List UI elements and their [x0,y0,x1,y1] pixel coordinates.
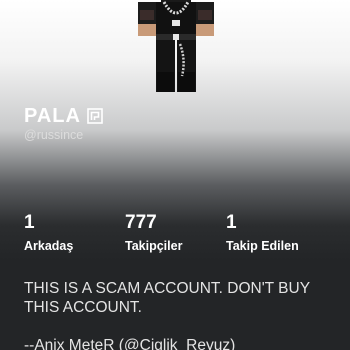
avatar[interactable] [134,0,218,96]
followers-count: 777 [125,212,157,233]
stat-friends[interactable]: 1 Arkadaş [24,212,73,254]
following-label: Takip Edilen [226,239,299,253]
friends-label: Arkadaş [24,239,74,253]
stat-following[interactable]: 1 Takip Edilen [226,212,299,254]
following-count: 1 [226,212,237,233]
stat-followers[interactable]: 777 Takipçiler [125,212,182,254]
username: @russince [24,128,84,142]
avatar-area [0,0,350,100]
friends-count: 1 [24,212,35,233]
premium-badge-icon [87,108,103,124]
bio-text: THIS IS A SCAM ACCOUNT. DON'T BUY THIS A… [24,280,310,350]
followers-label: Takipçiler [125,239,183,253]
display-name: PALA [24,105,81,127]
display-name-row: PALA [24,103,103,129]
profile-page: PALA @russince 1 Arkadaş 777 Takipçiler … [0,0,350,350]
